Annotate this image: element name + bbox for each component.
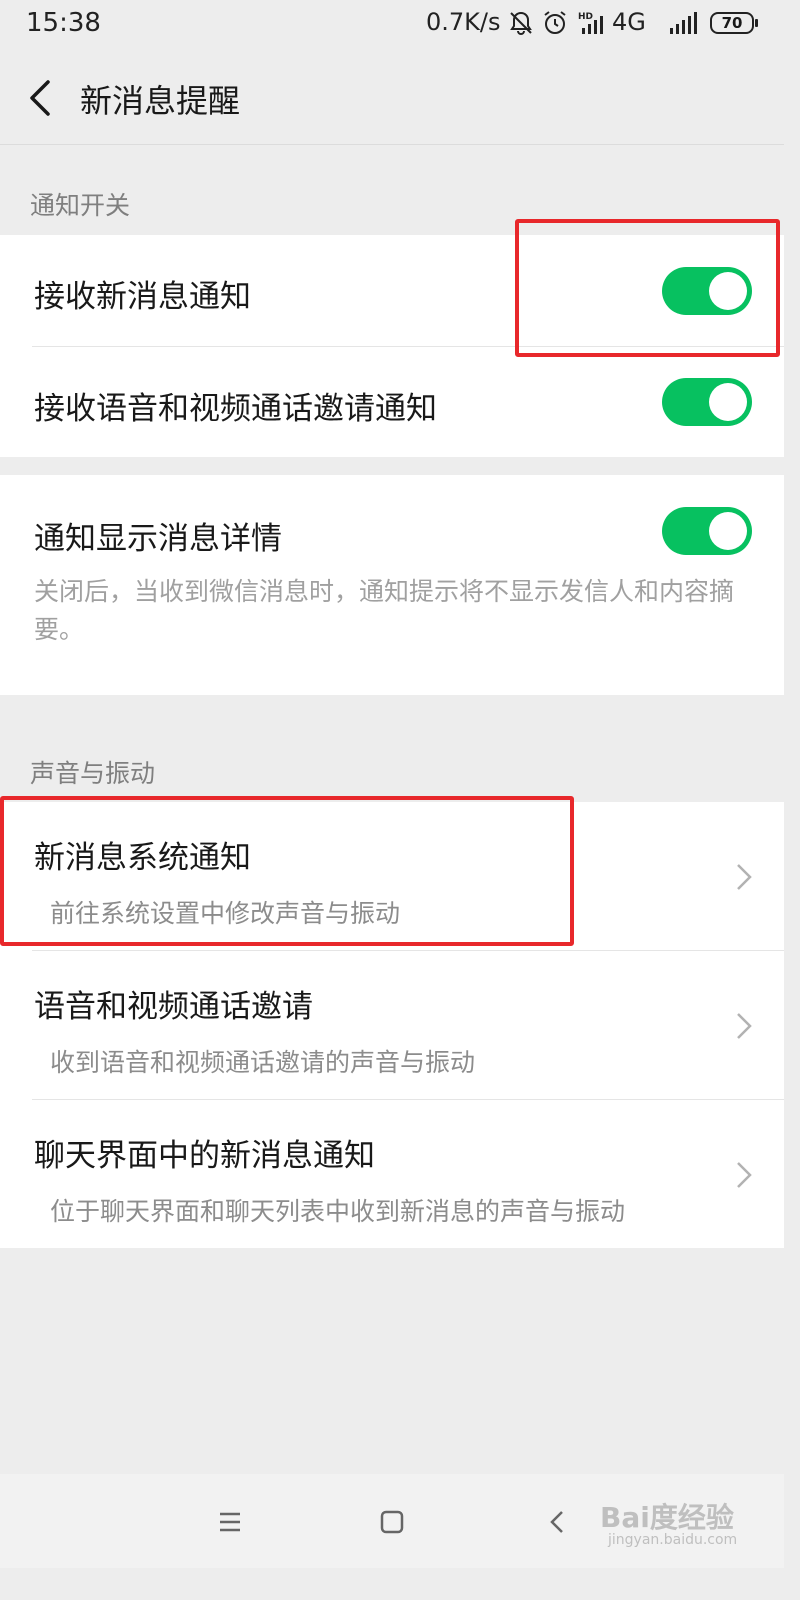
show-detail-label: 通知显示消息详情 <box>34 521 282 557</box>
signal-hd-icon: HD <box>578 12 603 34</box>
status-time: 15:38 <box>26 8 101 38</box>
chevron-right-icon <box>737 1013 752 1039</box>
show-detail-toggle[interactable] <box>662 507 752 555</box>
mute-bell-icon <box>510 11 532 35</box>
menu-icon[interactable] <box>212 1504 248 1540</box>
network-type: 4G <box>612 8 646 36</box>
detail-card: 通知显示消息详情 关闭后，当收到微信消息时，通知提示将不显示发信人和内容摘要。 <box>0 475 784 695</box>
nav-back-icon[interactable] <box>540 1504 576 1540</box>
toggle-knob <box>709 512 747 550</box>
section-header-notify: 通知开关 <box>30 191 131 220</box>
watermark: Bai度经验 jingyan.baidu.com <box>600 1496 770 1550</box>
highlight-box-system-notify <box>0 796 574 946</box>
chevron-right-icon <box>737 864 752 890</box>
receive-new-label: 接收新消息通知 <box>34 279 251 315</box>
chat-notify-sub: 位于聊天界面和聊天列表中收到新消息的声音与振动 <box>50 1197 626 1226</box>
chevron-right-icon <box>737 1162 752 1188</box>
title-bar: 新消息提醒 <box>0 50 784 145</box>
row-receive-call[interactable]: 接收语音和视频通话邀请通知 <box>0 347 784 457</box>
call-invite-sub: 收到语音和视频通话邀请的声音与振动 <box>50 1048 476 1077</box>
show-detail-description: 关闭后，当收到微信消息时，通知提示将不显示发信人和内容摘要。 <box>34 577 735 644</box>
row-show-detail[interactable]: 通知显示消息详情 关闭后，当收到微信消息时，通知提示将不显示发信人和内容摘要。 <box>0 475 784 695</box>
watermark-text: Bai度经验 <box>600 1501 734 1534</box>
svg-text:HD: HD <box>578 12 593 22</box>
signal-icon <box>670 12 697 34</box>
chat-notify-label: 聊天界面中的新消息通知 <box>34 1138 375 1174</box>
page-title: 新消息提醒 <box>80 82 241 120</box>
receive-call-label: 接收语音和视频通话邀请通知 <box>34 391 437 427</box>
section-header-sound: 声音与振动 <box>30 759 156 788</box>
toggle-knob <box>709 383 747 421</box>
receive-call-toggle[interactable] <box>662 378 752 426</box>
row-call-invite[interactable]: 语音和视频通话邀请 收到语音和视频通话邀请的声音与振动 <box>0 951 784 1099</box>
home-icon[interactable] <box>374 1504 410 1540</box>
navigation-bar: Bai度经验 jingyan.baidu.com <box>0 1474 784 1568</box>
back-arrow-icon[interactable] <box>22 78 62 118</box>
watermark-sub: jingyan.baidu.com <box>608 1532 738 1548</box>
row-chat-notify[interactable]: 聊天界面中的新消息通知 位于聊天界面和聊天列表中收到新消息的声音与振动 <box>0 1100 784 1248</box>
call-invite-label: 语音和视频通话邀请 <box>34 989 313 1025</box>
alarm-icon <box>544 11 566 34</box>
network-speed: 0.7K/s <box>426 8 501 36</box>
status-bar: 15:38 0.7K/s HD 4G 70 <box>0 0 784 50</box>
highlight-box-toggle <box>515 219 780 357</box>
battery-indicator: 70 <box>710 12 758 34</box>
